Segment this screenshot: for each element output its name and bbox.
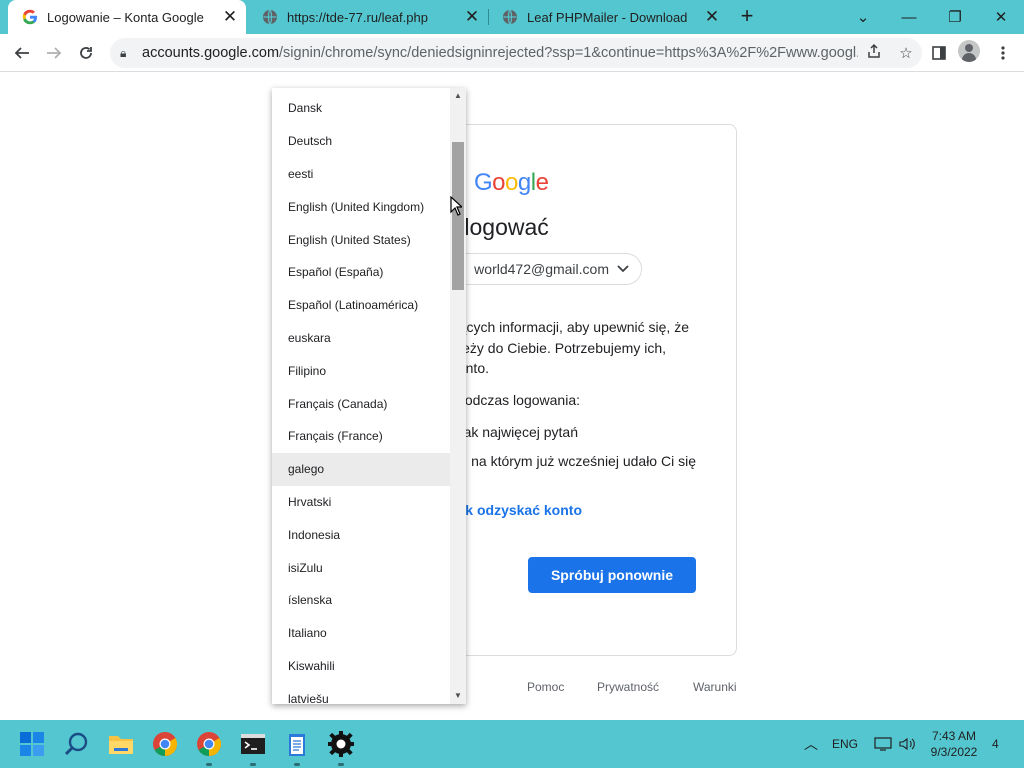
- google-g-icon: [22, 9, 37, 25]
- browser-tab-strip: Logowanie – Konta Google ✕ https://tde-7…: [0, 0, 1024, 34]
- clock-date: 9/3/2022: [930, 745, 978, 759]
- network-icon[interactable]: [874, 720, 892, 768]
- tray-show-hidden-icon[interactable]: ︿: [804, 720, 818, 768]
- language-list: Dansk Deutsch eesti English (United King…: [272, 92, 450, 704]
- reload-icon: [80, 47, 92, 59]
- tab-google-login[interactable]: Logowanie – Konta Google ✕: [8, 0, 246, 34]
- close-window-button[interactable]: ✕: [978, 0, 1024, 34]
- forward-button[interactable]: [39, 38, 69, 68]
- scroll-up-arrow-icon[interactable]: ▲: [450, 88, 466, 104]
- chrome-icon[interactable]: [151, 730, 179, 758]
- url-host: accounts.google.com: [142, 45, 280, 61]
- language-option[interactable]: Italiano: [272, 617, 450, 650]
- close-tab-icon[interactable]: ✕: [220, 7, 240, 27]
- side-panel-button[interactable]: [924, 38, 954, 68]
- language-option[interactable]: íslenska: [272, 584, 450, 617]
- language-option[interactable]: Filipino: [272, 354, 450, 387]
- logo-letter: o: [505, 169, 518, 196]
- logo-letter: e: [535, 169, 549, 196]
- language-option[interactable]: Español (España): [272, 256, 450, 289]
- keyboard-language[interactable]: ENG: [832, 720, 858, 768]
- retry-button[interactable]: Spróbuj ponownie: [528, 557, 696, 593]
- language-dropdown[interactable]: Dansk Deutsch eesti English (United King…: [272, 88, 466, 704]
- tab-leaf-phpmailer[interactable]: Leaf PHPMailer - Download ✕: [488, 0, 728, 34]
- close-tab-icon[interactable]: ✕: [462, 7, 482, 27]
- volume-icon[interactable]: [898, 720, 916, 768]
- tab-title: Leaf PHPMailer - Download: [527, 9, 688, 25]
- url-text[interactable]: accounts.google.com/signin/chrome/sync/d…: [142, 45, 858, 61]
- windows-start-icon[interactable]: [18, 730, 46, 758]
- minimize-button[interactable]: —: [886, 0, 932, 34]
- file-explorer-icon[interactable]: [107, 730, 135, 758]
- menu-button[interactable]: [988, 38, 1018, 68]
- tab-search-chevron-icon[interactable]: ⌄: [840, 0, 886, 34]
- account-email: world472@gmail.com: [474, 261, 609, 277]
- share-icon[interactable]: [858, 43, 890, 63]
- language-option[interactable]: Dansk: [272, 92, 450, 125]
- taskbar-clock[interactable]: 7:43 AM 9/3/2022: [924, 728, 984, 760]
- language-option[interactable]: Français (Canada): [272, 387, 450, 420]
- running-indicator: [294, 763, 300, 766]
- language-option[interactable]: Français (France): [272, 420, 450, 453]
- running-indicator: [338, 763, 344, 766]
- lock-icon[interactable]: 🔒︎: [120, 46, 134, 61]
- language-option-hovered[interactable]: galego: [272, 452, 450, 486]
- language-option[interactable]: Hrvatski: [272, 486, 450, 519]
- minimize-icon: —: [901, 8, 917, 26]
- globe-icon: [263, 9, 277, 25]
- close-tab-icon[interactable]: ✕: [702, 7, 722, 27]
- running-indicator: [250, 763, 256, 766]
- logo-letter: g: [517, 169, 531, 196]
- language-option[interactable]: Kiswahili: [272, 650, 450, 683]
- language-option[interactable]: Deutsch: [272, 125, 450, 158]
- footer-terms-link[interactable]: Warunki: [693, 680, 737, 694]
- terminal-icon[interactable]: [239, 730, 267, 758]
- maximize-button[interactable]: ❐: [932, 0, 978, 34]
- settings-gear-icon[interactable]: [327, 730, 355, 758]
- url-path: /signin/chrome/sync/deniedsigninrejected…: [279, 45, 858, 61]
- language-option[interactable]: Español (Latinoamérica): [272, 289, 450, 322]
- logo-letter: o: [492, 169, 506, 196]
- arrow-right-icon: [47, 47, 62, 59]
- globe-icon: [503, 9, 517, 25]
- language-option[interactable]: isiZulu: [272, 551, 450, 584]
- bookmark-star-icon[interactable]: ☆: [890, 44, 922, 62]
- language-option[interactable]: latviešu: [272, 682, 450, 704]
- language-option[interactable]: euskara: [272, 322, 450, 355]
- footer-help-link[interactable]: Pomoc: [527, 680, 564, 694]
- running-indicator: [206, 763, 212, 766]
- tab-title: https://tde-77.ru/leaf.php: [287, 9, 428, 25]
- dropdown-scrollbar[interactable]: ▲ ▼: [450, 88, 466, 704]
- windows-taskbar: ︿ ENG 7:43 AM 9/3/2022 4: [0, 720, 1024, 768]
- tab-tde-leaf[interactable]: https://tde-77.ru/leaf.php ✕: [248, 0, 488, 34]
- scroll-down-arrow-icon[interactable]: ▼: [450, 688, 466, 704]
- notification-count-badge[interactable]: 4: [992, 720, 999, 768]
- restore-icon: ❐: [948, 9, 962, 26]
- chrome-icon-active[interactable]: [195, 730, 223, 758]
- new-tab-button[interactable]: +: [734, 5, 760, 29]
- reload-button[interactable]: [71, 38, 101, 68]
- side-panel-icon: [932, 46, 946, 60]
- clock-time: 7:43 AM: [931, 729, 977, 743]
- arrow-left-icon: [14, 47, 29, 59]
- address-bar[interactable]: 🔒︎ accounts.google.com/signin/chrome/syn…: [110, 38, 922, 68]
- back-button[interactable]: [7, 38, 37, 68]
- google-logo: Google: [474, 169, 549, 197]
- close-icon: ✕: [994, 9, 1008, 26]
- tab-title: Logowanie – Konta Google: [47, 9, 204, 25]
- mouse-cursor-icon: [450, 196, 462, 216]
- browser-toolbar: 🔒︎ accounts.google.com/signin/chrome/syn…: [0, 34, 1024, 72]
- kebab-menu-icon: [1001, 46, 1005, 60]
- language-option[interactable]: eesti: [272, 158, 450, 191]
- chevron-down-icon: [617, 265, 629, 273]
- language-option[interactable]: English (United States): [272, 223, 450, 256]
- search-icon[interactable]: [63, 730, 91, 758]
- scrollbar-thumb[interactable]: [452, 142, 464, 290]
- footer-privacy-link[interactable]: Prywatność: [597, 680, 659, 694]
- notepad-icon[interactable]: [283, 730, 311, 758]
- logo-letter: G: [474, 169, 493, 196]
- language-option[interactable]: Indonesia: [272, 518, 450, 551]
- profile-avatar-icon[interactable]: [958, 40, 980, 62]
- language-option[interactable]: English (United Kingdom): [272, 190, 450, 223]
